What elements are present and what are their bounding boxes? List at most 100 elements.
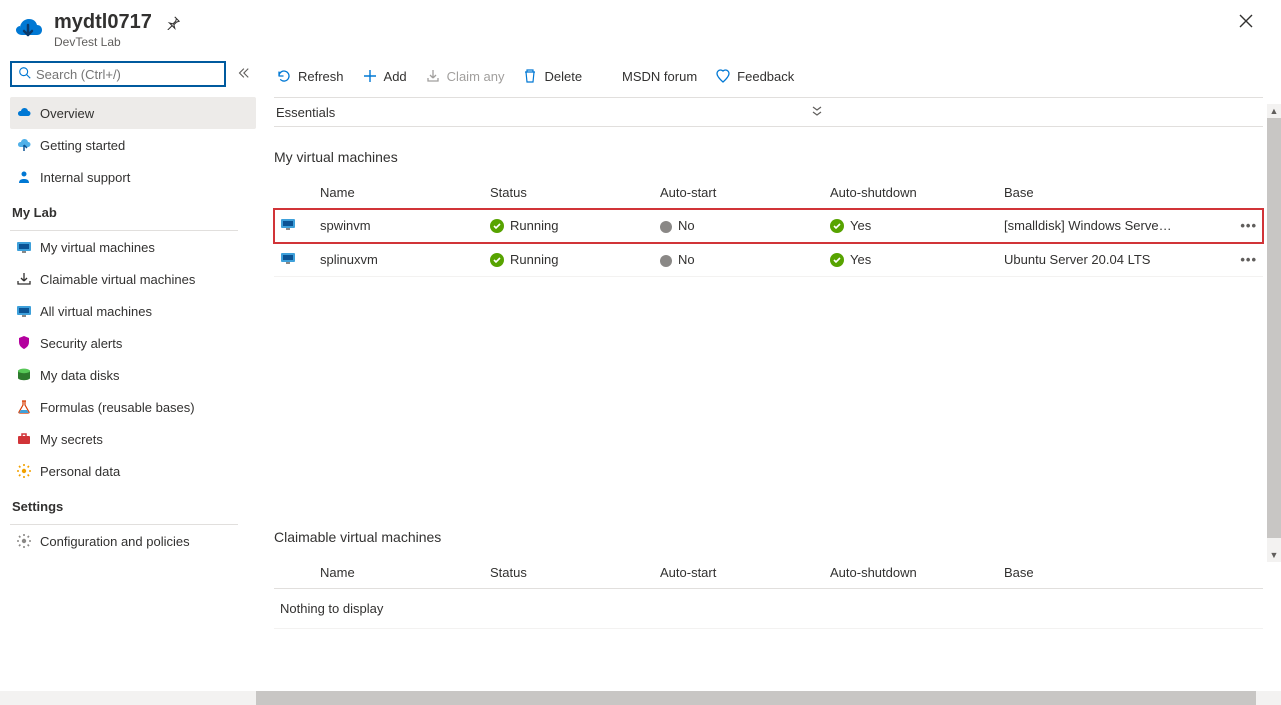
- tray-icon: [16, 271, 32, 287]
- sidebar-item-label: Claimable virtual machines: [40, 272, 195, 287]
- table-row[interactable]: spwinvmRunningNoYes[smalldisk] Windows S…: [274, 209, 1263, 243]
- my-vms-table: Name Status Auto-start Auto-shutdown Bas…: [274, 177, 1263, 277]
- col-autoshutdown[interactable]: Auto-shutdown: [824, 557, 998, 589]
- delete-label: Delete: [544, 69, 582, 84]
- col-status[interactable]: Status: [484, 177, 654, 209]
- lab-icon: [12, 10, 44, 42]
- sidebar-item[interactable]: My virtual machines: [10, 231, 256, 263]
- sidebar-item[interactable]: Personal data: [10, 455, 256, 487]
- col-autoshutdown[interactable]: Auto-shutdown: [824, 177, 998, 209]
- feedback-button[interactable]: Feedback: [713, 60, 796, 92]
- sidebar-item[interactable]: Security alerts: [10, 327, 256, 359]
- vm-icon: [16, 303, 32, 319]
- my-vms-heading: My virtual machines: [274, 149, 1263, 165]
- chevron-down-double-icon: [811, 105, 823, 120]
- empty-message: Nothing to display: [274, 589, 1263, 629]
- delete-button[interactable]: Delete: [520, 60, 584, 92]
- sidebar-item[interactable]: Configuration and policies: [10, 525, 256, 557]
- col-base[interactable]: Base: [998, 177, 1233, 209]
- refresh-label: Refresh: [298, 69, 344, 84]
- msdn-forum-button[interactable]: MSDN forum: [598, 60, 699, 92]
- sidebar-item[interactable]: Getting started: [10, 129, 256, 161]
- sidebar-item[interactable]: Claimable virtual machines: [10, 263, 256, 295]
- sidebar-item-label: My data disks: [40, 368, 119, 383]
- col-status[interactable]: Status: [484, 557, 654, 589]
- cloud-arrow-icon: [16, 137, 32, 153]
- gear-grey-icon: [16, 533, 32, 549]
- vm-autostart: No: [654, 243, 824, 277]
- sidebar-item-label: My virtual machines: [40, 240, 155, 255]
- sidebar-item-label: Formulas (reusable bases): [40, 400, 195, 415]
- refresh-button[interactable]: Refresh: [274, 60, 346, 92]
- check-icon: [490, 253, 504, 267]
- sidebar-item[interactable]: My data disks: [10, 359, 256, 391]
- search-input[interactable]: [32, 67, 218, 82]
- sidebar-item-label: Getting started: [40, 138, 125, 153]
- vm-status: Running: [484, 243, 654, 277]
- horizontal-scrollbar[interactable]: [0, 691, 1281, 705]
- refresh-icon: [276, 68, 292, 84]
- claim-icon: [425, 68, 441, 84]
- search-icon: [18, 66, 32, 83]
- add-label: Add: [384, 69, 407, 84]
- vm-name: spwinvm: [314, 209, 484, 243]
- claim-any-button: Claim any: [423, 60, 507, 92]
- more-actions-icon[interactable]: •••: [1240, 218, 1257, 233]
- col-autostart[interactable]: Auto-start: [654, 557, 824, 589]
- sidebar-item-label: Configuration and policies: [40, 534, 190, 549]
- dot-icon: [660, 221, 672, 233]
- col-name[interactable]: Name: [314, 557, 484, 589]
- heart-icon: [715, 68, 731, 84]
- page-subtitle: DevTest Lab: [54, 35, 152, 49]
- col-name[interactable]: Name: [314, 177, 484, 209]
- trash-icon: [522, 68, 538, 84]
- vm-autoshutdown: Yes: [824, 243, 998, 277]
- more-actions-icon[interactable]: •••: [1240, 252, 1257, 267]
- feedback-label: Feedback: [737, 69, 794, 84]
- sidebar-item-label: My secrets: [40, 432, 103, 447]
- col-autostart[interactable]: Auto-start: [654, 177, 824, 209]
- claim-label: Claim any: [447, 69, 505, 84]
- sidebar-item[interactable]: My secrets: [10, 423, 256, 455]
- vm-status: Running: [484, 209, 654, 243]
- pin-icon[interactable]: [166, 16, 180, 33]
- shield-icon: [16, 335, 32, 351]
- disk-icon: [16, 367, 32, 383]
- dot-icon: [660, 255, 672, 267]
- vertical-scrollbar[interactable]: ▲ ▼: [1267, 118, 1281, 548]
- plus-icon: [362, 68, 378, 84]
- person-icon: [16, 169, 32, 185]
- sidebar-item[interactable]: All virtual machines: [10, 295, 256, 327]
- nav-group-settings: Settings: [10, 487, 256, 520]
- essentials-toggle[interactable]: Essentials: [274, 97, 1263, 127]
- sidebar-item[interactable]: Internal support: [10, 161, 256, 193]
- collapse-sidebar-icon[interactable]: [236, 66, 250, 83]
- vm-base: Ubuntu Server 20.04 LTS: [998, 243, 1233, 277]
- gear-icon: [16, 463, 32, 479]
- add-button[interactable]: Add: [360, 60, 409, 92]
- table-row[interactable]: splinuxvmRunningNoYesUbuntu Server 20.04…: [274, 243, 1263, 277]
- page-title: mydtl0717: [54, 10, 152, 34]
- sidebar-item-label: Overview: [40, 106, 94, 121]
- sidebar-item-label: Internal support: [40, 170, 130, 185]
- vm-autoshutdown: Yes: [824, 209, 998, 243]
- vm-icon: [280, 254, 296, 269]
- close-button[interactable]: [1239, 14, 1253, 31]
- check-icon: [830, 219, 844, 233]
- sidebar-item[interactable]: Overview: [10, 97, 256, 129]
- briefcase-icon: [16, 431, 32, 447]
- check-icon: [830, 253, 844, 267]
- sidebar-item[interactable]: Formulas (reusable bases): [10, 391, 256, 423]
- sidebar-item-label: Personal data: [40, 464, 120, 479]
- claimable-vms-table: Name Status Auto-start Auto-shutdown Bas…: [274, 557, 1263, 589]
- col-base[interactable]: Base: [998, 557, 1233, 589]
- flask-icon: [16, 399, 32, 415]
- sidebar-item-label: Security alerts: [40, 336, 122, 351]
- search-input-wrap[interactable]: [10, 61, 226, 87]
- sidebar-item-label: All virtual machines: [40, 304, 152, 319]
- cloud-icon: [16, 105, 32, 121]
- vm-base: [smalldisk] Windows Serve…: [998, 209, 1233, 243]
- vm-icon: [16, 239, 32, 255]
- vm-icon: [280, 220, 296, 235]
- msdn-icon: [600, 68, 616, 84]
